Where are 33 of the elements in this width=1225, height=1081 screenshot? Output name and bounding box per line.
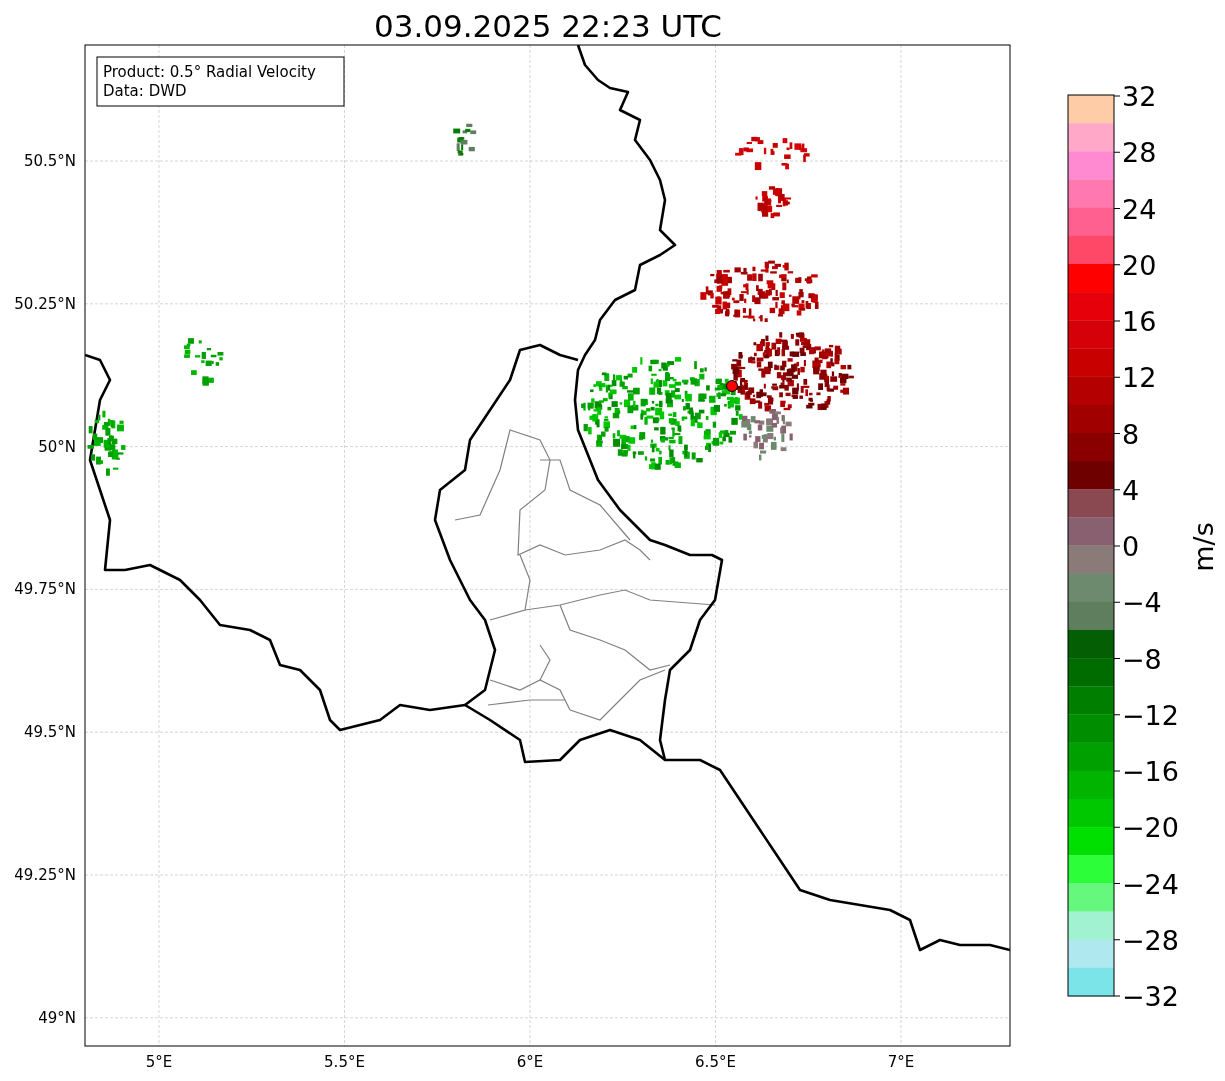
- map-title: 03.09.2025 22:23 UTC: [374, 8, 722, 44]
- latitude-label: 49.25°N: [14, 866, 76, 884]
- longitude-label: 5°E: [145, 1053, 173, 1071]
- colorbar-tick-label: 24: [1122, 193, 1157, 225]
- info-text: Product: 0.5° Radial Velocity: [103, 63, 316, 81]
- colorbar-tick-label: −28: [1122, 924, 1179, 956]
- colorbar-tick-label: −20: [1122, 812, 1179, 844]
- colorbar-tick-label: 16: [1122, 306, 1157, 337]
- colorbar-tick-label: 20: [1122, 249, 1157, 281]
- colorbar-tick-label: 12: [1122, 362, 1157, 394]
- colorbar-tick-label: −16: [1122, 756, 1179, 787]
- colorbar-tick-label: −12: [1122, 699, 1179, 731]
- colorbar-tick-label: −4: [1122, 587, 1162, 619]
- latitude-label: 50.5°N: [23, 152, 76, 170]
- longitude-label: 7°E: [887, 1053, 915, 1071]
- colorbar-unit-label: m/s: [1188, 522, 1219, 572]
- colorbar-tick-label: −32: [1122, 981, 1179, 1012]
- colorbar-tick-label: 4: [1122, 474, 1140, 506]
- latitude-label: 49°N: [38, 1008, 76, 1027]
- colorbar-tick-label: −8: [1122, 643, 1162, 675]
- colorbar-tick-label: 0: [1122, 531, 1140, 562]
- info-text: Data: DWD: [103, 82, 187, 100]
- longitude-label: 5.5°E: [324, 1053, 365, 1071]
- latitude-label: 50°N: [38, 437, 76, 456]
- longitude-label: 6.5°E: [695, 1053, 736, 1071]
- colorbar-tick-label: −24: [1122, 868, 1179, 900]
- latitude-label: 49.75°N: [14, 580, 76, 599]
- colorbar-tick-label: 28: [1122, 137, 1157, 169]
- longitude-label: 6°E: [516, 1053, 544, 1071]
- latitude-label: 50.25°N: [14, 294, 76, 313]
- colorbar-tick-label: 32: [1122, 81, 1157, 112]
- colorbar-tick-label: 8: [1122, 418, 1140, 450]
- latitude-label: 49.5°N: [23, 723, 76, 742]
